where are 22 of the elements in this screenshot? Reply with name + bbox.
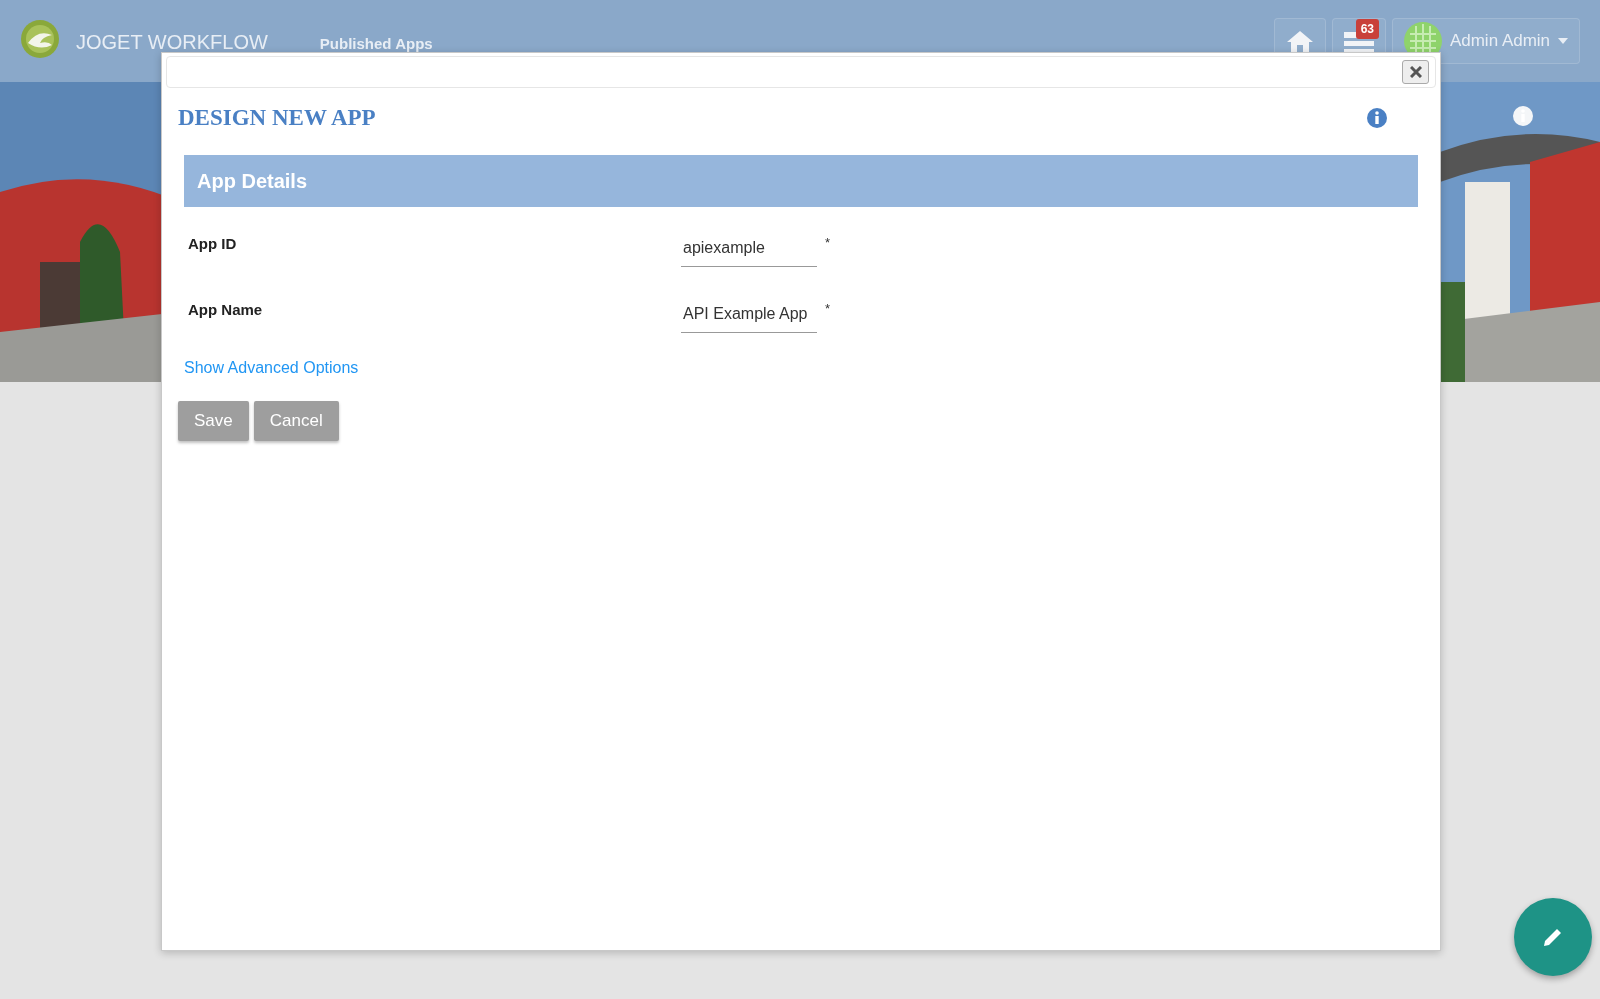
pencil-icon <box>1542 926 1564 948</box>
cancel-button[interactable]: Cancel <box>253 401 339 441</box>
notification-badge: 63 <box>1355 19 1379 39</box>
close-button[interactable] <box>1402 60 1429 84</box>
edit-button[interactable] <box>1514 898 1592 976</box>
nav-link[interactable]: Published Apps <box>319 35 433 52</box>
user-menu[interactable]: Admin Admin <box>1392 18 1580 64</box>
info-icon[interactable] <box>1512 105 1534 127</box>
save-button[interactable]: Save <box>178 401 249 441</box>
dialog-title: DESIGN NEW APP <box>178 105 376 131</box>
close-icon <box>1409 66 1422 78</box>
field-label: App Name <box>188 301 264 318</box>
field-label: App ID <box>188 235 238 252</box>
required-mark: * <box>825 235 831 250</box>
brand-name: JOGET WORKFLOW <box>76 31 268 54</box>
section-header: App Details <box>184 155 1418 207</box>
home-icon <box>1286 29 1314 53</box>
caret-icon <box>1558 38 1569 44</box>
advanced-options-link[interactable]: Show Advanced Options <box>184 359 359 377</box>
info-icon[interactable] <box>1366 107 1388 129</box>
required-mark: * <box>825 301 831 316</box>
logo-icon <box>20 19 60 59</box>
